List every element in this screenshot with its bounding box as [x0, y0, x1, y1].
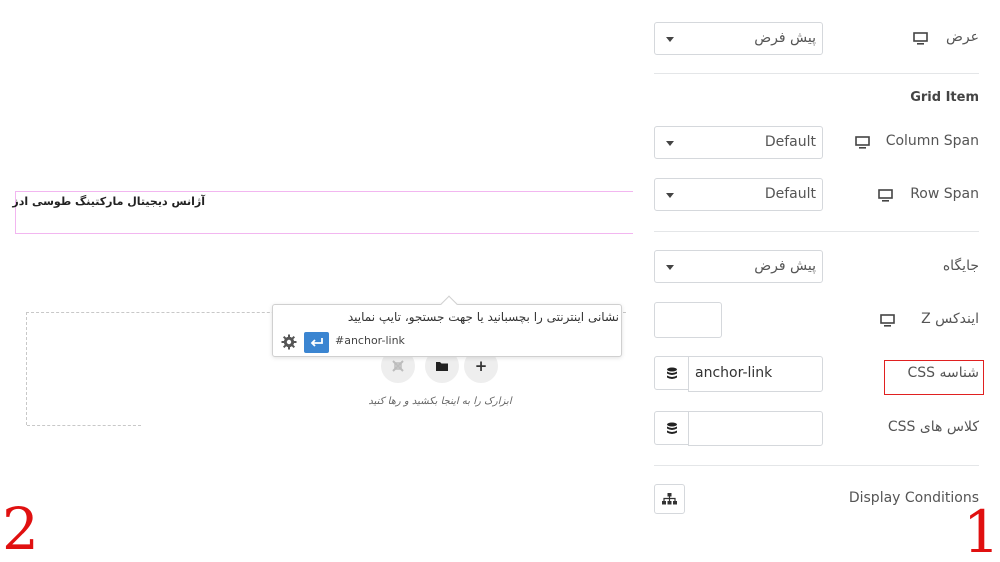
annotation-marker-2: 2 [2, 495, 39, 562]
desktop-icon[interactable] [880, 314, 895, 327]
dynamic-tags-button[interactable] [654, 356, 689, 390]
database-icon [666, 367, 677, 379]
css-classes-input[interactable] [688, 411, 823, 446]
highlight-box [884, 360, 984, 395]
heading-widget[interactable]: آژانس دیجیتال مارکتینگ طوسی ادز [12, 191, 633, 234]
desktop-icon[interactable] [878, 189, 893, 202]
enter-button[interactable] [304, 332, 329, 353]
chevron-down-icon [666, 141, 674, 146]
display-conditions-button[interactable] [654, 484, 685, 514]
row-span-select[interactable]: Default [654, 178, 823, 211]
width-select[interactable]: پیش فرض [654, 22, 823, 55]
z-index-label: ایندکس Z [921, 311, 979, 327]
chevron-down-icon [666, 37, 674, 42]
heading-text[interactable]: آژانس دیجیتال مارکتینگ طوسی ادز [12, 195, 205, 208]
css-id-value: anchor-link [695, 365, 773, 381]
desktop-icon[interactable] [855, 136, 870, 149]
drop-zone-edge [27, 425, 141, 426]
column-span-label: Column Span [885, 133, 979, 149]
dynamic-tags-button[interactable] [654, 411, 689, 445]
position-label: جایگاه [942, 258, 979, 274]
row-span-label: Row Span [910, 186, 979, 202]
desktop-icon[interactable] [913, 32, 928, 45]
gear-icon [281, 334, 297, 350]
link-placeholder[interactable]: نشانی اینترنتی را بچسبانید یا جهت جستجو،… [348, 310, 619, 324]
row-span-value: Default [764, 186, 816, 202]
enter-icon [310, 338, 323, 347]
position-select[interactable]: پیش فرض [654, 250, 823, 283]
width-value: پیش فرض [754, 30, 816, 46]
link-popover: نشانی اینترنتی را بچسبانید یا جهت جستجو،… [272, 295, 622, 357]
width-label: عرض [945, 29, 979, 45]
divider [654, 465, 979, 466]
annotation-marker-1: 1 [963, 498, 1000, 562]
template-icon [392, 360, 404, 372]
plus-icon: + [474, 357, 488, 375]
grid-item-title: Grid Item [910, 90, 979, 105]
css-id-input[interactable]: anchor-link [688, 356, 823, 392]
display-conditions-label: Display Conditions [848, 490, 979, 506]
divider [654, 231, 979, 232]
sitemap-icon [662, 493, 677, 505]
folder-icon [436, 362, 448, 371]
link-input[interactable]: #anchor-link [335, 334, 405, 347]
column-span-select[interactable]: Default [654, 126, 823, 159]
chevron-down-icon [666, 265, 674, 270]
css-classes-label: کلاس های CSS [887, 419, 979, 435]
z-index-input[interactable] [654, 302, 722, 338]
column-span-value: Default [764, 134, 816, 150]
chevron-down-icon [666, 193, 674, 198]
drop-hint: ابزارک را به اینجا بکشید و رها کنید [368, 396, 512, 407]
position-value: پیش فرض [754, 258, 816, 274]
link-settings-button[interactable] [280, 333, 298, 351]
divider [654, 73, 979, 74]
database-icon [666, 422, 677, 434]
